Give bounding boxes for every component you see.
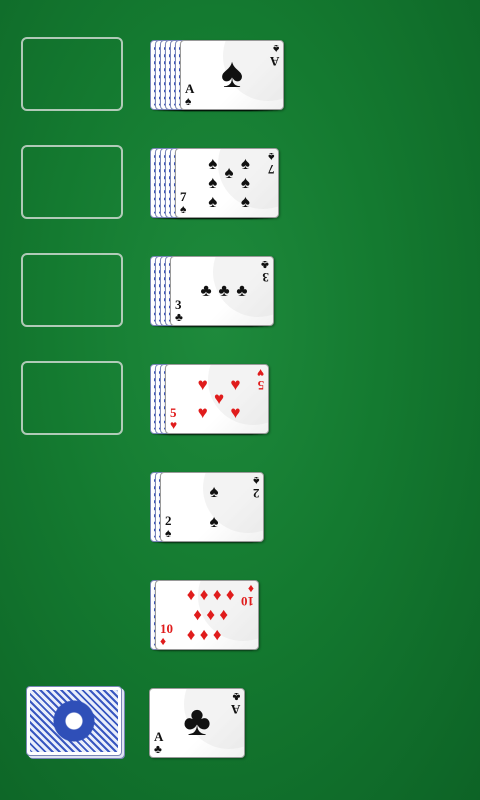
card-rank: A — [269, 54, 279, 69]
card-index-top: 2 ♠ — [252, 474, 260, 501]
card-suit-small: ♥ — [256, 366, 264, 380]
card-pip: ♠ — [208, 153, 218, 173]
card-index-bottom: A ♣ — [154, 730, 163, 755]
card-index-bottom: 3 ♣ — [175, 298, 183, 323]
card-index-bottom: 2 ♠ — [165, 514, 172, 539]
card-index-bottom: A ♠ — [185, 82, 194, 107]
card-index-bottom: 10 ♦ — [160, 622, 173, 647]
card-index-bottom: 7 ♠ — [180, 190, 187, 215]
waste-card[interactable]: A ♣ A ♣ ♣ — [149, 688, 245, 758]
card-rank: 2 — [252, 486, 260, 501]
card-center-suit: ♠ — [220, 51, 244, 98]
card-pip: ♠ — [224, 163, 234, 183]
card-back-pattern-icon — [30, 690, 118, 752]
tableau-column-6: 10 ♦ 10 ♦ ♦ ♦ ♦ ♦ ♦ ♦ ♦ ♦ ♦ ♦ — [0, 580, 480, 660]
card-pip: ♦ — [212, 625, 222, 645]
card-pip: ♥ — [213, 389, 225, 408]
card-index-top: A ♠ — [269, 42, 279, 69]
card-pip: ♠ — [240, 173, 250, 192]
face-up-card[interactable]: 10 ♦ 10 ♦ ♦ ♦ ♦ ♦ ♦ ♦ ♦ ♦ ♦ ♦ — [155, 580, 259, 650]
card-pip: ♠ — [240, 153, 250, 173]
card-pip: ♥ — [230, 375, 241, 395]
face-up-card[interactable]: 2 ♠ 2 ♠ ♠ ♠ — [160, 472, 264, 542]
card-suit-small: ♦ — [160, 634, 167, 648]
card-suit-small: ♠ — [252, 474, 259, 488]
card-pip: ♥ — [230, 402, 241, 422]
card-index-top: A ♣ — [230, 690, 240, 717]
card-index-top: 5 ♥ — [256, 366, 265, 393]
card-suit-small: ♠ — [267, 150, 274, 164]
tableau-column-2: 7 ♠ 7 ♠ ♠ ♠ ♠ ♠ ♠ ♠ ♠ — [0, 148, 480, 228]
card-suit-small: ♥ — [170, 418, 178, 432]
tableau-column-3: 3 ♣ 3 ♣ ♣ ♣ ♣ — [0, 256, 480, 336]
card-rank: A — [230, 702, 240, 717]
card-rank: 10 — [241, 594, 254, 609]
card-suit-small: ♠ — [180, 202, 187, 216]
tableau-column-4: 5 ♥ 5 ♥ ♥ ♥ ♥ ♥ ♥ — [0, 364, 480, 444]
card-suit-small: ♣ — [261, 258, 269, 272]
face-up-card[interactable]: 5 ♥ 5 ♥ ♥ ♥ ♥ ♥ ♥ — [165, 364, 269, 434]
card-pip: ♠ — [209, 511, 219, 531]
card-pip: ♥ — [197, 402, 208, 422]
card-center-suit: ♣ — [183, 699, 211, 746]
face-up-card[interactable]: A ♠ A ♠ ♠ — [180, 40, 284, 110]
card-suit-small: ♠ — [185, 94, 192, 108]
card-suit-small: ♣ — [175, 310, 183, 324]
card-pip: ♠ — [240, 192, 250, 212]
card-rank: 5 — [257, 378, 265, 393]
face-up-card[interactable]: 3 ♣ 3 ♣ ♣ ♣ ♣ — [170, 256, 274, 326]
card-index-top: 10 ♦ — [241, 582, 254, 609]
card-index-top: 3 ♣ — [261, 258, 270, 285]
face-up-card[interactable]: 7 ♠ 7 ♠ ♠ ♠ ♠ ♠ ♠ ♠ ♠ — [175, 148, 279, 218]
stock-pile[interactable] — [26, 686, 122, 756]
card-pip: ♣ — [236, 281, 248, 300]
card-rank: 3 — [262, 270, 270, 285]
card-pip: ♥ — [197, 375, 208, 395]
card-suit-small: ♠ — [165, 526, 172, 540]
tableau-column-5: 2 ♠ 2 ♠ ♠ ♠ — [0, 472, 480, 552]
card-suit-small: ♣ — [232, 690, 240, 704]
card-suit-small: ♣ — [154, 742, 162, 756]
card-pip: ♦ — [225, 584, 235, 604]
card-pip: ♠ — [209, 482, 219, 502]
card-pip: ♦ — [219, 605, 229, 624]
card-pip: ♣ — [218, 281, 230, 300]
tableau-column-1: A ♠ A ♠ ♠ — [0, 40, 480, 120]
card-rank: 7 — [267, 162, 275, 177]
card-index-top: 7 ♠ — [267, 150, 275, 177]
card-pip: ♠ — [208, 173, 218, 192]
card-pip: ♠ — [208, 192, 218, 212]
card-pip: ♣ — [200, 281, 212, 300]
card-index-bottom: 5 ♥ — [170, 406, 177, 431]
